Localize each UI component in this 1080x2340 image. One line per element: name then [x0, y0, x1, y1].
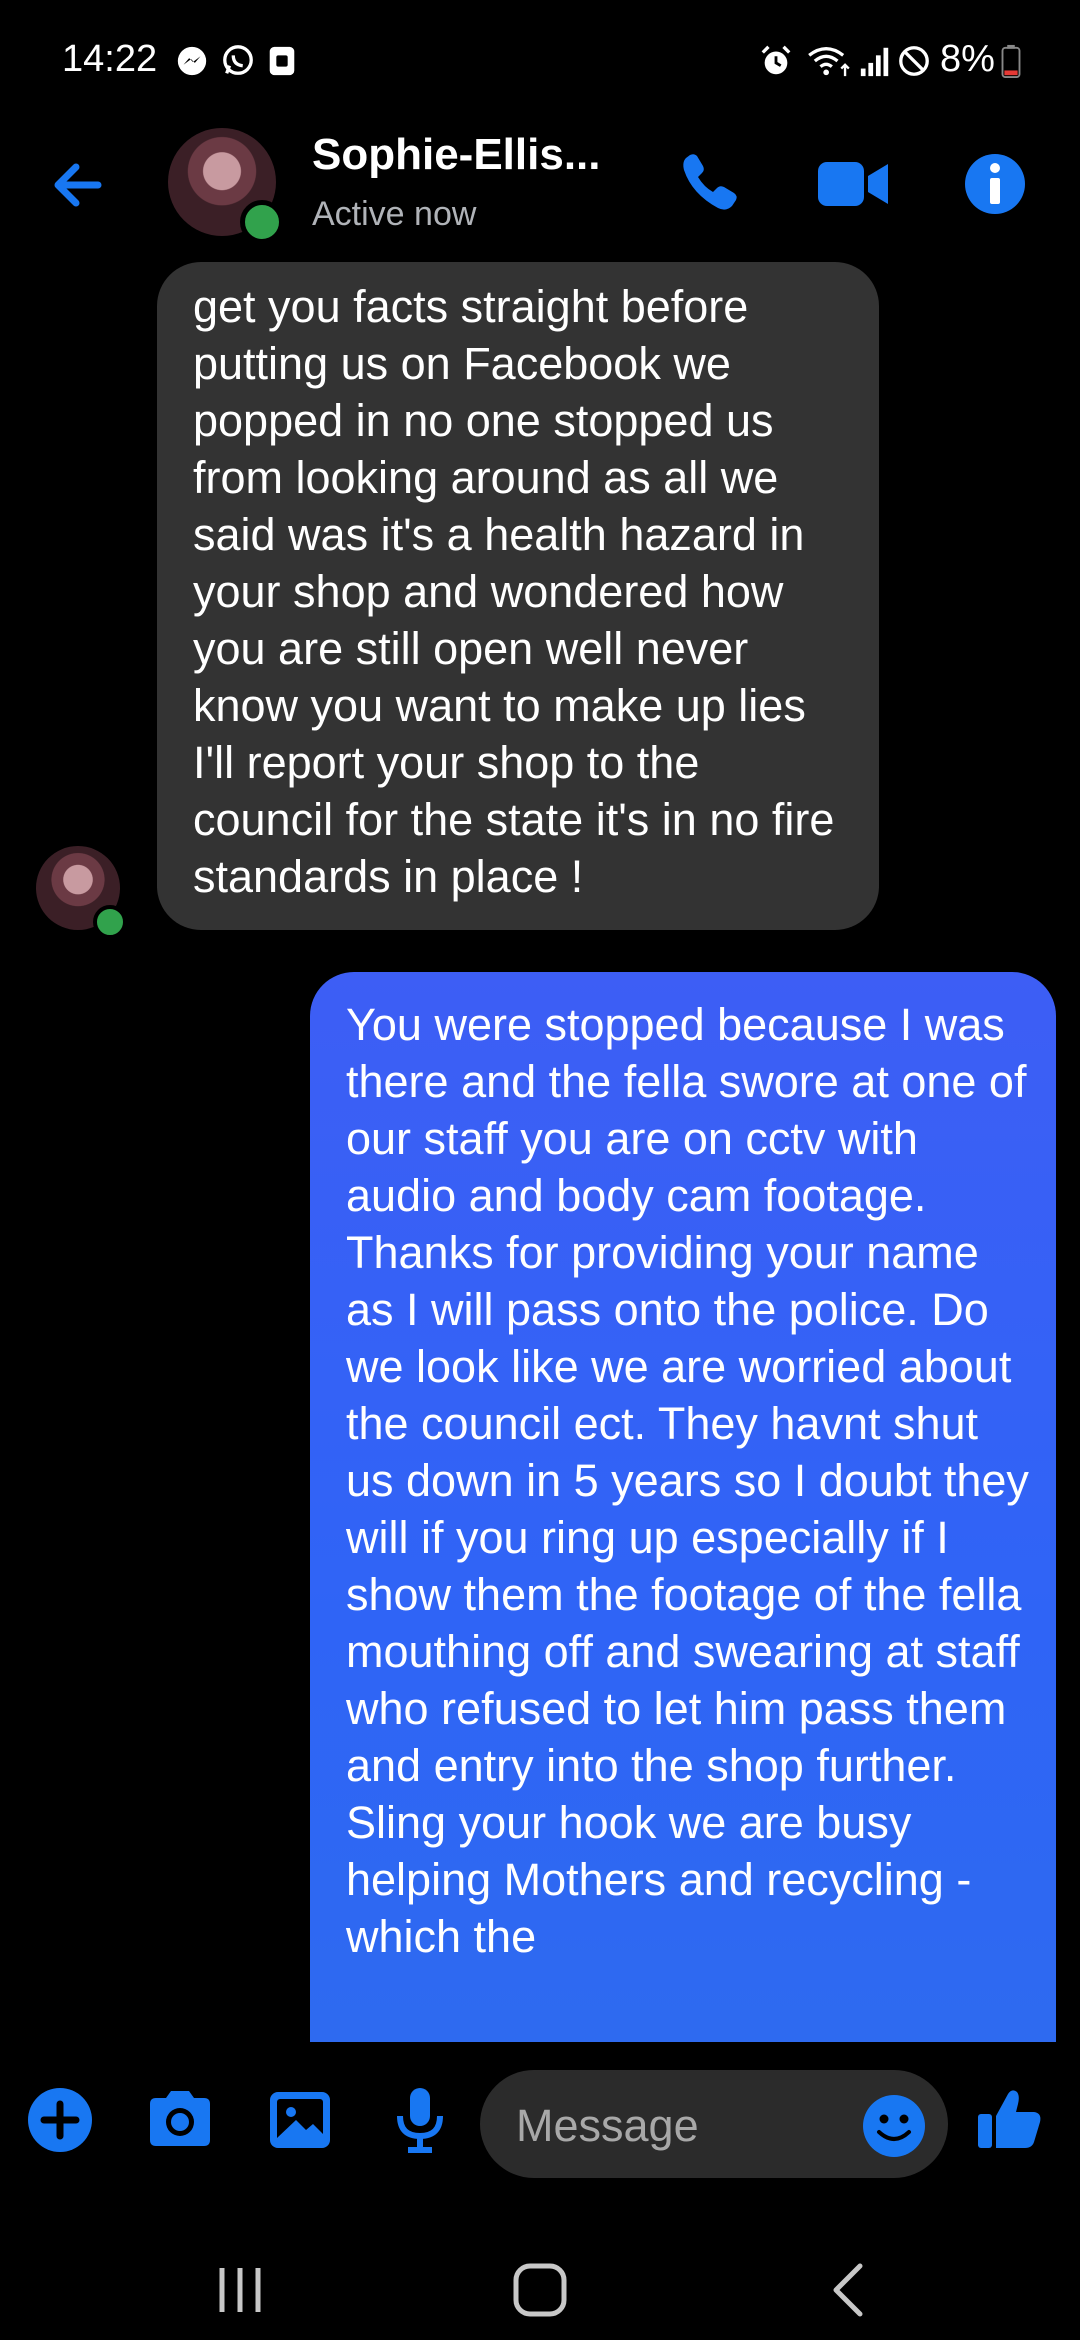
like-icon[interactable] — [970, 2080, 1050, 2160]
sender-online-indicator — [93, 905, 127, 939]
incoming-message-bubble[interactable]: get you facts straight before putting us… — [157, 262, 879, 930]
plus-icon[interactable] — [20, 2080, 100, 2160]
voice-call-icon[interactable] — [670, 148, 750, 220]
battery-icon — [1001, 44, 1021, 78]
signal-icon — [860, 47, 889, 77]
wifi-icon — [808, 47, 850, 77]
camera-icon[interactable] — [140, 2080, 220, 2160]
emoji-icon[interactable] — [854, 2086, 934, 2166]
microphone-icon[interactable] — [380, 2080, 460, 2160]
battery-percent: 8% — [940, 38, 995, 80]
outgoing-message-bubble[interactable]: You were stopped because I was there and… — [310, 972, 1056, 2042]
back-nav-icon[interactable] — [820, 2260, 880, 2320]
online-indicator — [240, 200, 284, 244]
video-call-icon[interactable] — [814, 148, 894, 220]
message-placeholder: Message — [516, 2100, 699, 2151]
outgoing-message-text: You were stopped because I was there and… — [346, 999, 1029, 1962]
home-icon[interactable] — [510, 2260, 570, 2320]
gallery-icon[interactable] — [260, 2080, 340, 2160]
recent-apps-icon[interactable] — [210, 2260, 270, 2320]
contact-name[interactable]: Sophie-Ellis... — [312, 130, 601, 180]
notification-icon — [269, 46, 295, 76]
info-icon[interactable] — [955, 148, 1035, 220]
status-time: 14:22 — [62, 38, 158, 80]
do-not-disturb-icon — [899, 46, 929, 76]
status-bar: 14:22 8% — [0, 0, 1080, 120]
alarm-icon — [761, 45, 791, 75]
navigation-bar — [0, 2200, 1080, 2340]
messenger-icon — [177, 46, 207, 76]
contact-status: Active now — [312, 195, 477, 233]
incoming-message-text: get you facts straight before putting us… — [193, 281, 835, 902]
whatsapp-icon — [223, 45, 253, 75]
back-arrow-icon[interactable] — [40, 150, 130, 220]
